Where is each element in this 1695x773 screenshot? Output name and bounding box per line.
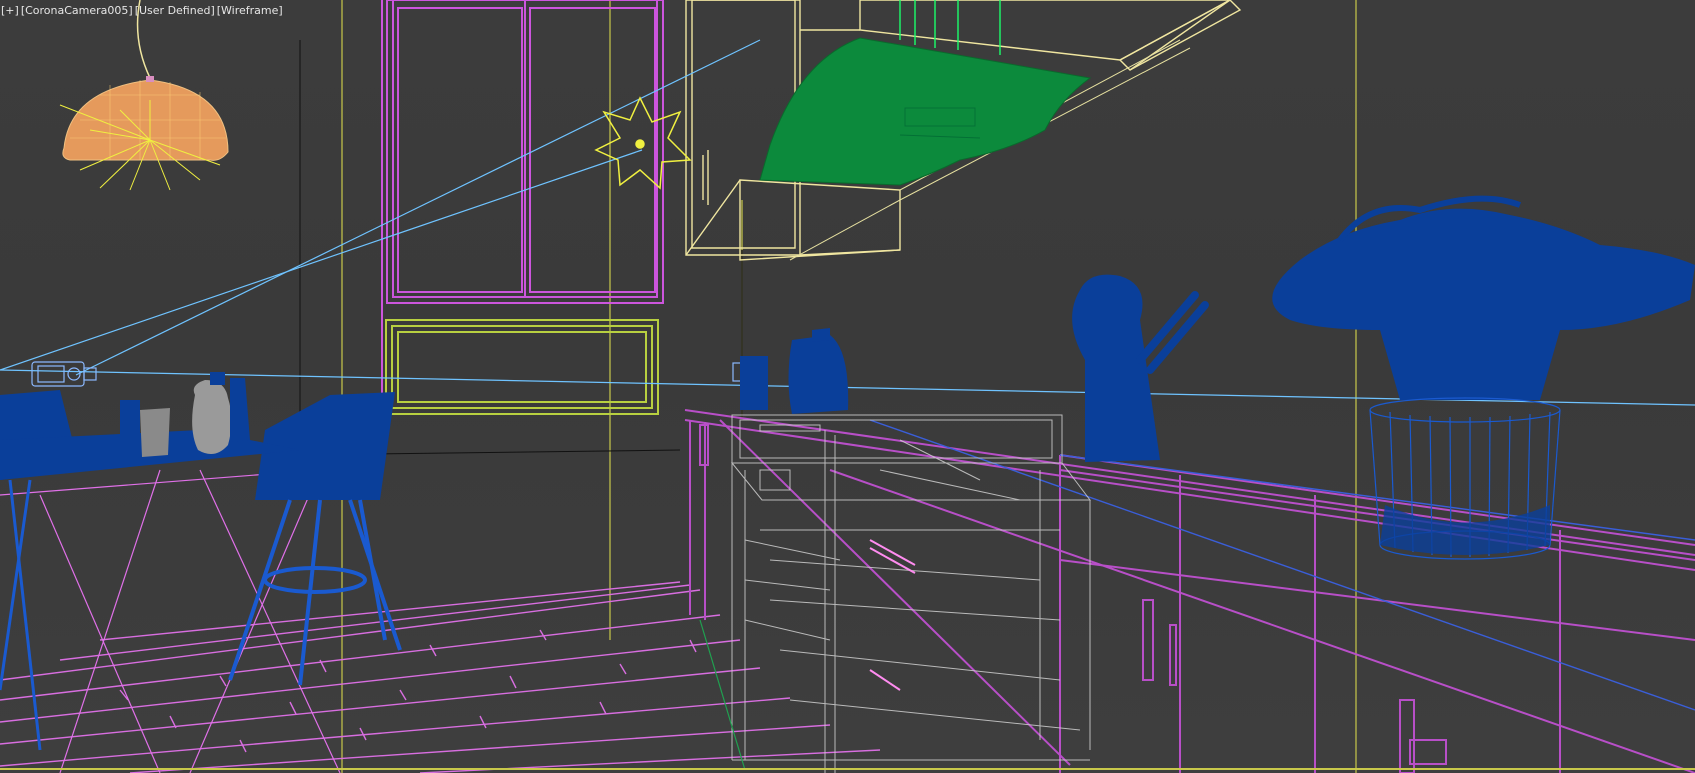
camera-icon[interactable]	[31, 361, 97, 387]
plant-icon[interactable]	[1272, 195, 1695, 560]
bar-stool[interactable]	[228, 392, 402, 686]
viewport-bottom-border	[0, 768, 1695, 770]
kettle[interactable]	[788, 328, 849, 414]
utensil-holder[interactable]	[1072, 274, 1209, 462]
radiator[interactable]	[385, 319, 659, 415]
floor-boards[interactable]	[0, 581, 881, 773]
pendant-lamp-icon[interactable]	[59, 0, 229, 191]
wireframe-scene[interactable]	[0, 0, 1695, 773]
viewport-label-menu[interactable]: [+] [CoronaCamera005] [User Defined] [Wi…	[0, 2, 284, 18]
viewport-view-menu[interactable]: [User Defined]	[134, 4, 216, 17]
oven-handle	[869, 539, 916, 691]
viewport-shading-menu[interactable]: [Wireframe]	[216, 4, 284, 17]
viewport-camera-menu[interactable]: [CoronaCamera005]	[20, 4, 134, 17]
viewport-perspective[interactable]: [+] [CoronaCamera005] [User Defined] [Wi…	[0, 0, 1695, 773]
mug[interactable]	[740, 356, 768, 410]
range-hood[interactable]	[759, 0, 1092, 186]
viewport-general-menu[interactable]: [+]	[0, 4, 20, 17]
base-cabinets[interactable]	[684, 409, 1695, 773]
stove-oven[interactable]	[730, 414, 1092, 773]
window-frame[interactable]	[381, 0, 664, 420]
